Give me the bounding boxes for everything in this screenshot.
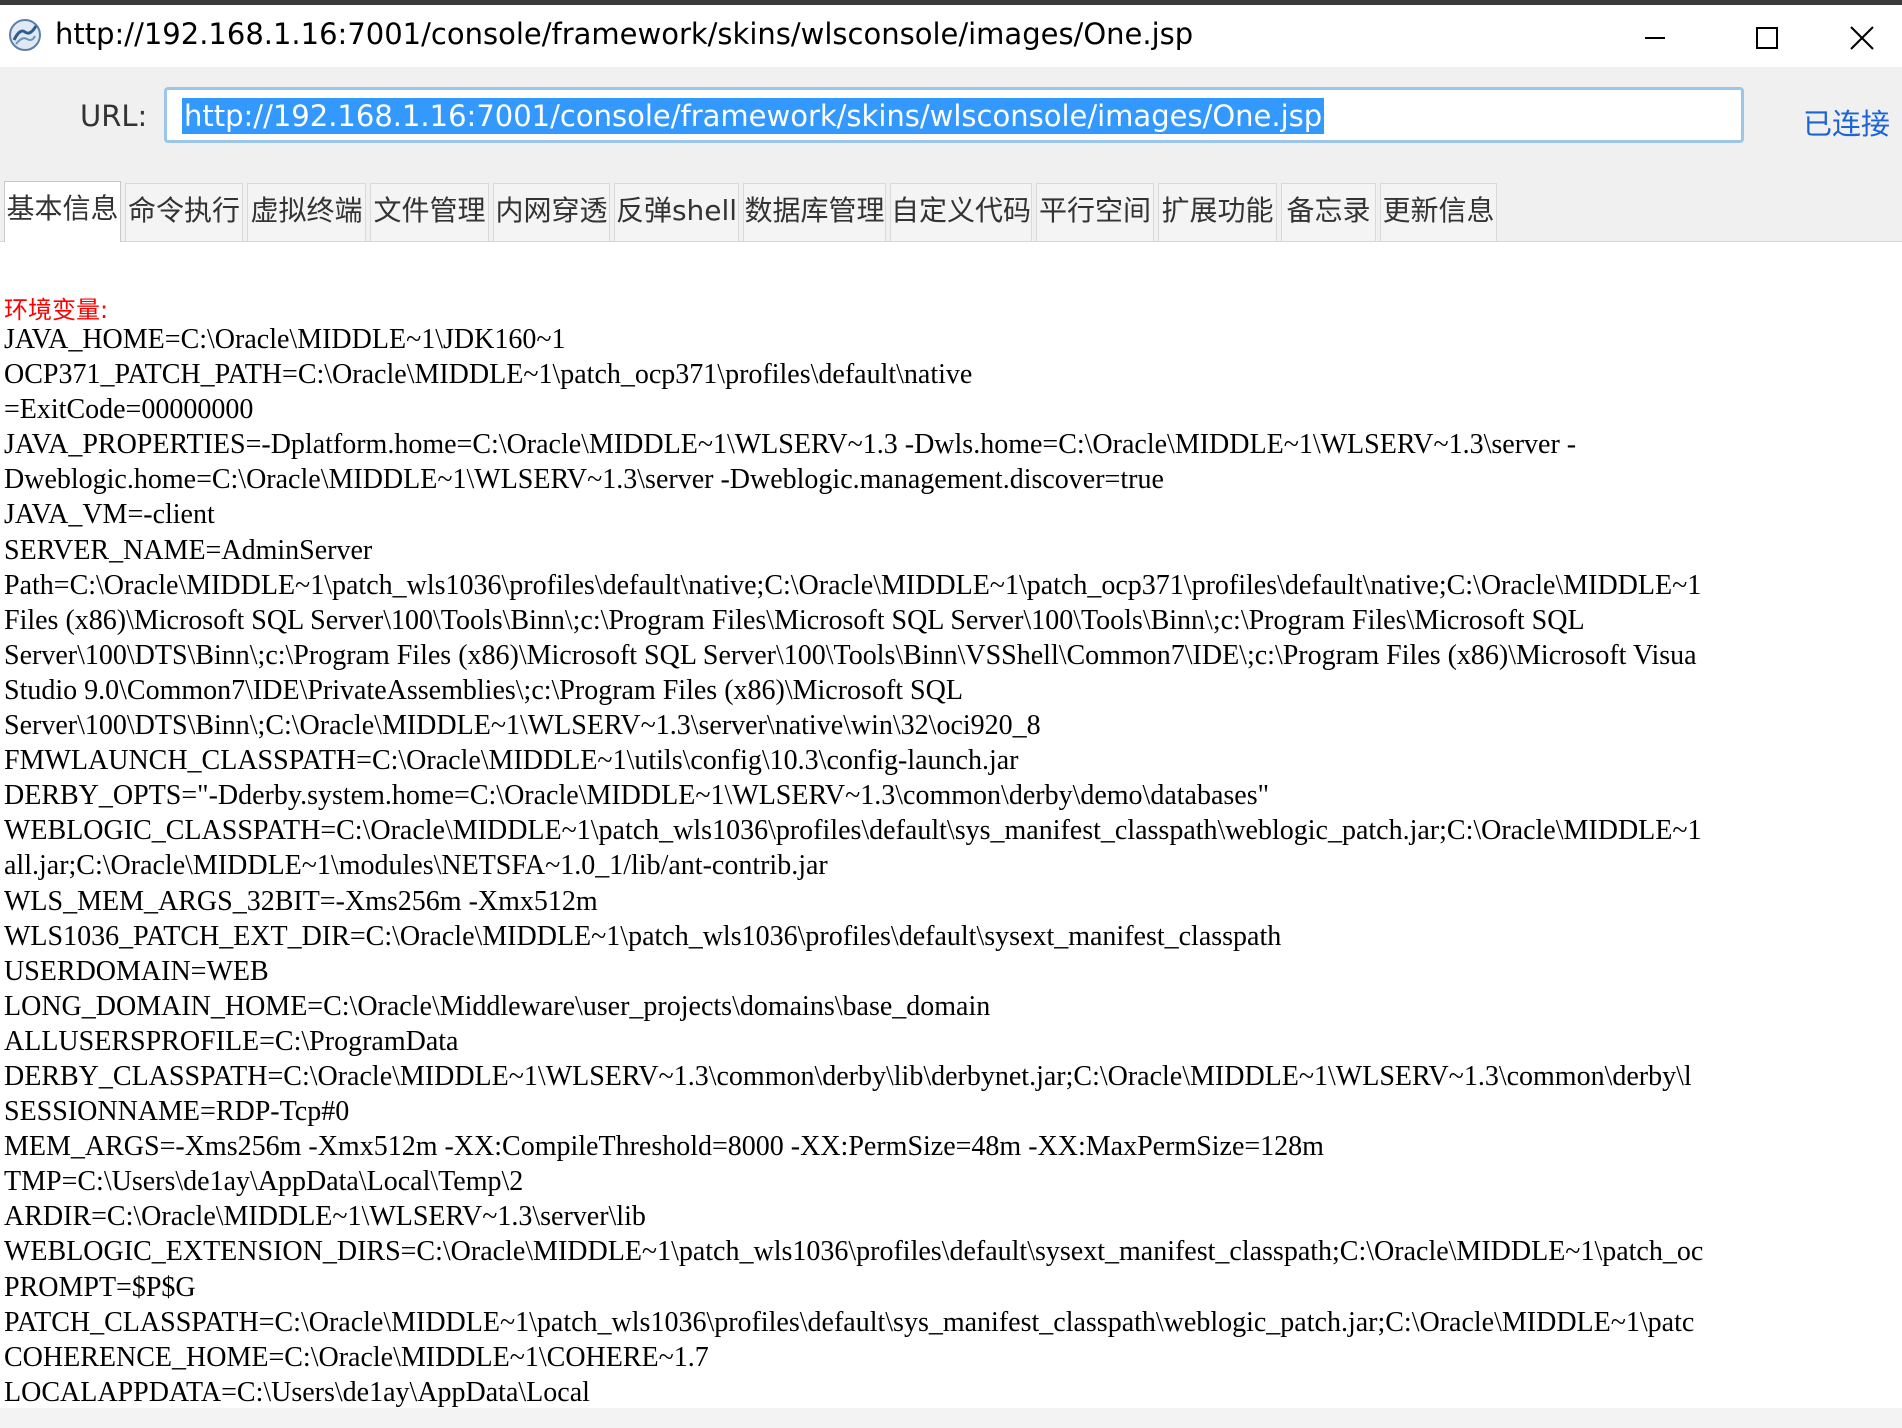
env-var-line: LONG_DOMAIN_HOME=C:\Oracle\Middleware\us… bbox=[4, 990, 991, 1022]
env-var-line: WEBLOGIC_CLASSPATH=C:\Oracle\MIDDLE~1\pa… bbox=[4, 815, 1702, 847]
env-var-line: Path=C:\Oracle\MIDDLE~1\patch_wls1036\pr… bbox=[4, 569, 1702, 601]
tab-command-exec[interactable]: 命令执行 bbox=[125, 183, 243, 241]
env-var-line: WLS1036_PATCH_EXT_DIR=C:\Oracle\MIDDLE~1… bbox=[4, 920, 1282, 952]
tab-basic-info[interactable]: 基本信息 bbox=[4, 181, 121, 242]
env-var-line: PATCH_CLASSPATH=C:\Oracle\MIDDLE~1\patch… bbox=[4, 1306, 1695, 1338]
env-vars-list: JAVA_HOME=C:\Oracle\MIDDLE~1\JDK160~1 OC… bbox=[4, 322, 1902, 1410]
env-var-line: =ExitCode=00000000 bbox=[4, 394, 254, 426]
env-var-line: DERBY_CLASSPATH=C:\Oracle\MIDDLE~1\WLSER… bbox=[4, 1060, 1692, 1092]
tab-update-info[interactable]: 更新信息 bbox=[1380, 183, 1497, 241]
env-var-line: TMP=C:\Users\de1ay\AppData\Local\Temp\2 bbox=[4, 1166, 524, 1198]
connection-status-link[interactable]: 已连接 bbox=[1803, 101, 1890, 143]
tab-database-manager[interactable]: 数据库管理 bbox=[743, 183, 886, 241]
tab-memo[interactable]: 备忘录 bbox=[1281, 183, 1376, 241]
env-var-line: DERBY_OPTS="-Dderby.system.home=C:\Oracl… bbox=[4, 780, 1270, 812]
env-var-line: Server\100\DTS\Binn\;c:\Program Files (x… bbox=[4, 639, 1697, 671]
env-var-line: Files (x86)\Microsoft SQL Server\100\Too… bbox=[4, 604, 1585, 636]
bottom-edge bbox=[0, 1408, 1902, 1428]
close-button[interactable] bbox=[1822, 10, 1902, 66]
env-var-line: JAVA_PROPERTIES=-Dplatform.home=C:\Oracl… bbox=[4, 429, 1577, 461]
env-var-line: all.jar;C:\Oracle\MIDDLE~1\modules\NETSF… bbox=[4, 850, 828, 882]
env-var-line: ARDIR=C:\Oracle\MIDDLE~1\WLSERV~1.3\serv… bbox=[4, 1201, 646, 1233]
function-tab-bar: 基本信息 命令执行 虚拟终端 文件管理 内网穿透 反弹shell 数据库管理 自… bbox=[0, 169, 1902, 242]
tab-parallel-space[interactable]: 平行空间 bbox=[1036, 183, 1154, 241]
tab-virtual-terminal[interactable]: 虚拟终端 bbox=[247, 183, 366, 241]
close-icon bbox=[1850, 26, 1874, 50]
env-var-line: Server\100\DTS\Binn\;C:\Oracle\MIDDLE~1\… bbox=[4, 710, 1041, 742]
env-var-line: COHERENCE_HOME=C:\Oracle\MIDDLE~1\COHERE… bbox=[4, 1341, 709, 1373]
url-input[interactable]: http://192.168.1.16:7001/console/framewo… bbox=[164, 87, 1744, 143]
tab-file-manager[interactable]: 文件管理 bbox=[370, 183, 489, 241]
tab-intranet-tunnel[interactable]: 内网穿透 bbox=[493, 183, 610, 241]
maximize-icon bbox=[1756, 27, 1778, 49]
env-var-line: JAVA_VM=-client bbox=[4, 499, 215, 531]
maximize-button[interactable] bbox=[1712, 10, 1822, 66]
env-var-line: MEM_ARGS=-Xms256m -Xmx512m -XX:CompileTh… bbox=[4, 1131, 1324, 1163]
url-label: URL: bbox=[80, 99, 148, 133]
env-var-line: Dweblogic.home=C:\Oracle\MIDDLE~1\WLSERV… bbox=[4, 464, 1164, 496]
env-var-line: SERVER_NAME=AdminServer bbox=[4, 534, 373, 566]
tab-custom-code[interactable]: 自定义代码 bbox=[890, 183, 1032, 241]
env-var-line: SESSIONNAME=RDP-Tcp#0 bbox=[4, 1096, 350, 1128]
tab-extensions[interactable]: 扩展功能 bbox=[1158, 183, 1277, 241]
env-var-line: ALLUSERSPROFILE=C:\ProgramData bbox=[4, 1025, 459, 1057]
window-title: http://192.168.1.16:7001/console/framewo… bbox=[55, 17, 1194, 51]
url-bar: URL: http://192.168.1.16:7001/console/fr… bbox=[0, 67, 1902, 169]
env-var-line: USERDOMAIN=WEB bbox=[4, 955, 269, 987]
env-vars-heading: 环境变量: bbox=[4, 296, 109, 324]
webshell-manager-icon bbox=[9, 19, 41, 51]
env-var-line: WEBLOGIC_EXTENSION_DIRS=C:\Oracle\MIDDLE… bbox=[4, 1236, 1704, 1268]
env-var-line: JAVA_HOME=C:\Oracle\MIDDLE~1\JDK160~1 bbox=[4, 324, 566, 355]
env-var-line: FMWLAUNCH_CLASSPATH=C:\Oracle\MIDDLE~1\u… bbox=[4, 745, 1019, 777]
tab-reverse-shell[interactable]: 反弹shell bbox=[614, 183, 739, 241]
minimize-icon bbox=[1645, 37, 1665, 39]
env-var-line: WLS_MEM_ARGS_32BIT=-Xms256m -Xmx512m bbox=[4, 885, 598, 917]
env-var-line: OCP371_PATCH_PATH=C:\Oracle\MIDDLE~1\pat… bbox=[4, 359, 973, 391]
minimize-button[interactable] bbox=[1600, 10, 1710, 66]
env-var-line: PROMPT=$P$G bbox=[4, 1271, 196, 1303]
env-var-line: LOCALAPPDATA=C:\Users\de1ay\AppData\Loca… bbox=[4, 1376, 590, 1408]
url-input-value[interactable]: http://192.168.1.16:7001/console/framewo… bbox=[182, 98, 1325, 134]
basic-info-panel: 环境变量: JAVA_HOME=C:\Oracle\MIDDLE~1\JDK16… bbox=[0, 242, 1902, 1428]
env-var-line: Studio 9.0\Common7\IDE\PrivateAssemblies… bbox=[4, 674, 963, 706]
title-bar[interactable]: http://192.168.1.16:7001/console/framewo… bbox=[0, 5, 1902, 67]
